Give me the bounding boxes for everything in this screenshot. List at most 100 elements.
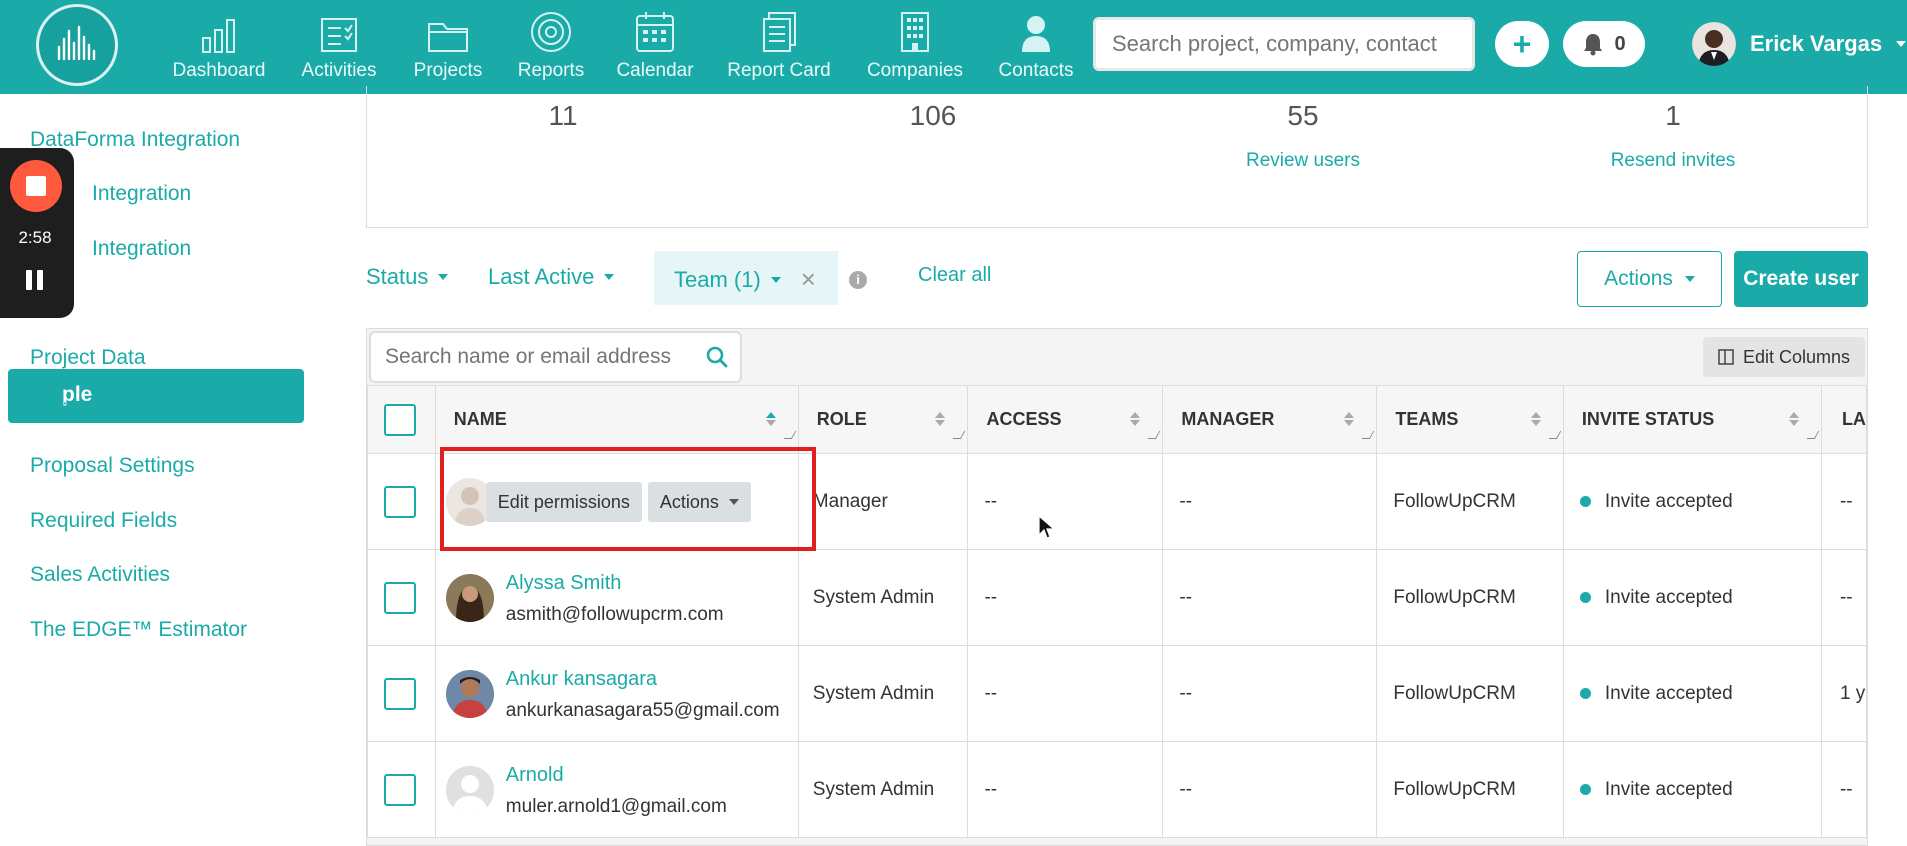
row-checkbox[interactable] — [384, 485, 416, 518]
table-row[interactable]: Alyssa Smith asmith@followupcrm.com Syst… — [367, 549, 1868, 646]
users-table-panel: Edit Columns NAME ROLE ACCESS MANAGER TE… — [366, 328, 1868, 846]
stop-recording-button[interactable] — [10, 160, 62, 212]
pause-icon[interactable] — [26, 270, 46, 290]
sort-icon[interactable] — [1130, 412, 1141, 426]
column-label: ACCESS — [986, 409, 1062, 429]
name-cell: Arnold muler.arnold1@gmail.com — [434, 741, 799, 838]
user-name-link[interactable]: Arnold — [506, 764, 564, 787]
app-logo[interactable] — [36, 4, 118, 86]
nav-projects[interactable]: Projects — [395, 8, 501, 88]
row-checkbox[interactable] — [384, 581, 416, 614]
nav-calendar[interactable]: Calendar — [601, 8, 709, 88]
status-filter[interactable]: Status — [366, 264, 449, 290]
stat-value: 1 — [1665, 100, 1681, 131]
chevron-down-icon — [770, 276, 781, 283]
column-label: TEAMS — [1395, 409, 1459, 429]
nav-activities[interactable]: Activities — [283, 8, 395, 88]
sidebar-item-required-fields[interactable]: Required Fields — [30, 509, 177, 533]
notifications-button[interactable]: 0 — [1563, 21, 1645, 67]
edit-columns-button[interactable]: Edit Columns — [1703, 337, 1865, 377]
user-search-box — [369, 331, 742, 383]
review-users-link[interactable]: Review users — [1183, 150, 1423, 172]
global-search-input[interactable] — [1093, 17, 1475, 71]
sidebar-item-integration-2[interactable]: Integration — [92, 237, 191, 261]
last-active-cell: -- — [1820, 741, 1868, 838]
sort-icon[interactable] — [1788, 412, 1799, 426]
nav-reports[interactable]: Reports — [501, 8, 601, 88]
table-row[interactable]: Arnold muler.arnold1@gmail.com System Ad… — [367, 741, 1868, 838]
screen-recorder-widget: 2:58 — [0, 148, 74, 318]
edit-permissions-button[interactable]: Edit permissions — [485, 482, 642, 522]
chevron-down-icon — [728, 499, 739, 505]
table-row[interactable]: Ankur kansagara ankurkanasagara55@gmail.… — [367, 645, 1868, 742]
table-row[interactable]: Edit permissions Actions Manager -- -- F… — [367, 453, 1868, 550]
table-header-row: NAME ROLE ACCESS MANAGER TEAMS INVITE ST… — [367, 385, 1868, 454]
column-header-teams[interactable]: TEAMS — [1376, 385, 1564, 454]
nav-companies[interactable]: Companies — [849, 8, 981, 88]
column-label: NAME — [453, 409, 507, 429]
sidebar-item-integration-1[interactable]: Integration — [92, 182, 191, 206]
clear-all-link[interactable]: Clear all — [918, 264, 991, 287]
resend-invites-link[interactable]: Resend invites — [1553, 150, 1793, 172]
row-checkbox[interactable] — [384, 773, 416, 806]
select-all-header — [367, 385, 436, 454]
user-email: muler.arnold1@gmail.com — [505, 796, 727, 817]
name-cell: Ankur kansagara ankurkanasagara55@gmail.… — [434, 645, 799, 742]
last-active-cell: -- — [1820, 453, 1868, 550]
sort-icon[interactable] — [1530, 412, 1541, 426]
nav-contacts[interactable]: Contacts — [981, 8, 1091, 88]
create-user-button[interactable]: Create user — [1734, 251, 1868, 307]
user-name-link[interactable]: Alyssa Smith — [506, 572, 622, 595]
close-icon[interactable]: × — [801, 264, 816, 295]
column-header-access[interactable]: ACCESS — [967, 385, 1164, 454]
resize-handle[interactable] — [1148, 431, 1161, 439]
chevron-down-icon — [438, 274, 449, 280]
sort-icon[interactable] — [1344, 412, 1355, 426]
row-select-cell — [367, 549, 436, 646]
nav-dashboard[interactable]: Dashboard — [155, 8, 283, 88]
column-header-manager[interactable]: MANAGER — [1162, 385, 1378, 454]
team-filter[interactable]: Team (1) × — [674, 264, 816, 295]
quick-add-button[interactable]: + — [1495, 21, 1549, 67]
resize-handle[interactable] — [953, 431, 966, 439]
row-actions-button[interactable]: Actions — [647, 482, 751, 522]
access-cell: -- — [967, 741, 1164, 838]
sidebar-item-sales-activities[interactable]: Sales Activities — [30, 563, 170, 587]
user-search-input[interactable] — [385, 345, 685, 369]
sidebar-item-proposal-settings[interactable]: Proposal Settings — [30, 454, 195, 478]
last-active-filter[interactable]: Last Active — [488, 264, 615, 290]
bulk-actions-button[interactable]: Actions — [1577, 251, 1722, 307]
info-icon[interactable]: i — [849, 271, 867, 289]
resize-handle[interactable] — [783, 431, 797, 439]
logo-bars-icon — [57, 25, 96, 61]
default-avatar-icon — [445, 766, 494, 814]
user-name-link[interactable]: Ankur kansagara — [506, 668, 657, 691]
avatar — [445, 766, 494, 814]
resize-handle[interactable] — [1806, 431, 1820, 439]
resize-handle[interactable] — [1548, 431, 1562, 439]
select-all-checkbox[interactable] — [384, 403, 416, 436]
user-name: Erick Vargas — [1750, 31, 1883, 56]
column-header-name[interactable]: NAME — [434, 385, 799, 454]
sidebar-item-project-folders[interactable]: Project Folders — [30, 400, 171, 424]
main-nav: Dashboard Activities Projects Reports Ca… — [155, 8, 1091, 88]
nav-report-card[interactable]: Report Card — [709, 8, 849, 88]
user-email: asmith@followupcrm.com — [505, 604, 724, 625]
user-menu[interactable]: Erick Vargas — [1692, 22, 1907, 66]
access-cell: -- — [967, 453, 1164, 550]
row-checkbox[interactable] — [384, 677, 416, 710]
column-header-last-active[interactable]: LA — [1820, 385, 1868, 454]
column-header-role[interactable]: ROLE — [797, 385, 969, 454]
resize-handle[interactable] — [1362, 431, 1375, 439]
column-header-invite-status[interactable]: INVITE STATUS — [1562, 385, 1822, 454]
search-icon[interactable] — [706, 346, 728, 368]
avatar — [445, 574, 494, 622]
chevron-down-icon — [604, 274, 615, 280]
user-photo-icon — [445, 670, 494, 718]
sidebar-item-edge-estimator[interactable]: The EDGE™ Estimator — [30, 618, 247, 642]
sort-icon[interactable] — [935, 412, 946, 426]
teams-cell: FollowUpCRM — [1376, 549, 1564, 646]
sort-icon[interactable] — [765, 412, 776, 426]
manager-cell: -- — [1162, 741, 1378, 838]
sidebar-item-project-data[interactable]: Project Data — [30, 346, 146, 370]
